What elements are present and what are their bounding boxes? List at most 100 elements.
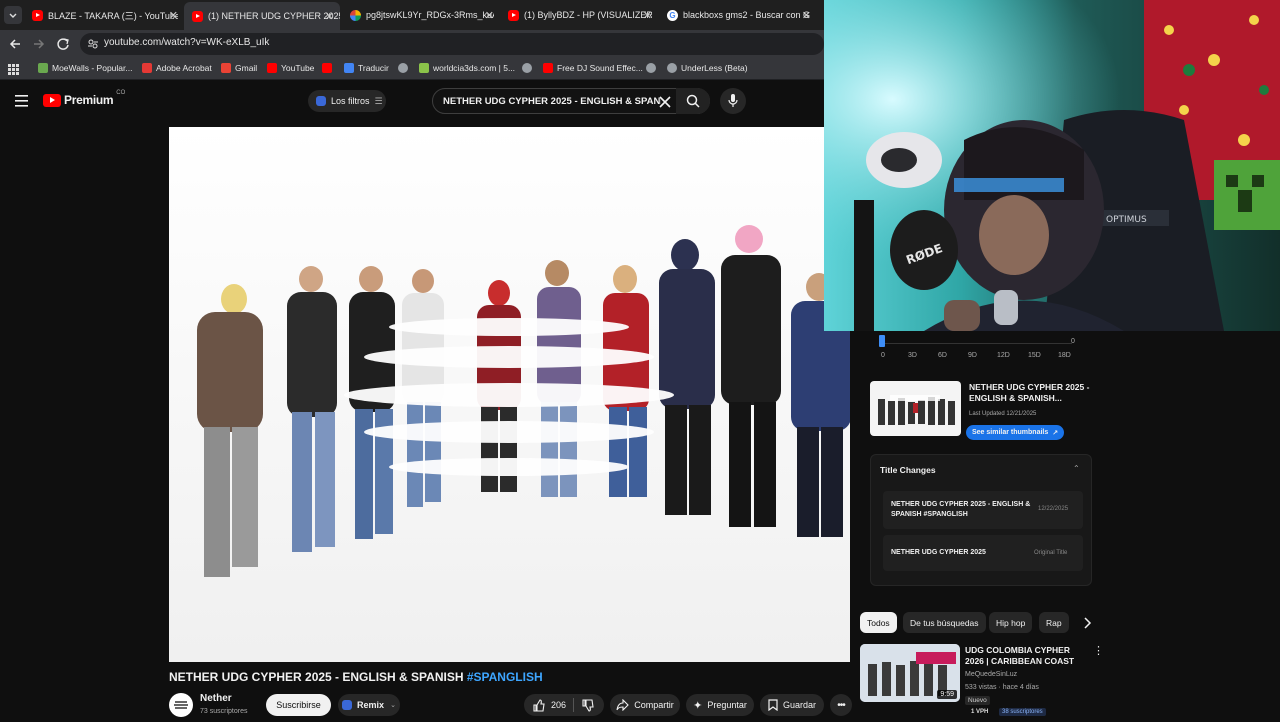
chip-hip-hop[interactable]: Hip hop	[989, 612, 1033, 633]
voice-search-button[interactable]	[720, 88, 746, 114]
remix-button[interactable]: Remix ⌄	[338, 694, 400, 716]
bookmark-item[interactable]	[322, 63, 336, 73]
share-button[interactable]: Compartir	[610, 694, 680, 716]
thumbnail-graphic	[878, 395, 955, 425]
collapse-chevron-icon[interactable]: ⌃	[1073, 464, 1080, 473]
google-favicon-icon: G	[667, 9, 678, 21]
views-graph: 0 0 3D 6D 9D 12D 15D 18D	[870, 332, 1080, 362]
recommended-video[interactable]: 9:59 UDG COLOMBIA CYPHER 2026 | CARIBBEA…	[860, 644, 1104, 720]
chip-todos[interactable]: Todos	[860, 612, 897, 633]
bookmark-item[interactable]: MoeWalls - Popular...	[38, 63, 132, 73]
thumbs-down-icon[interactable]	[581, 698, 594, 712]
graph-tick: 3D	[908, 352, 917, 359]
bookmark-item[interactable]	[398, 63, 412, 73]
browser-tab[interactable]: pg8jtswKL9Yr_RDGx-3Rms_kuA ✕	[350, 4, 494, 26]
see-similar-thumbnails-button[interactable]: See similar thumbnails ↗	[966, 425, 1065, 440]
channel-name[interactable]: Nether	[200, 693, 232, 704]
bookmark-item[interactable]: worldcia3ds.com | 5...	[419, 63, 515, 73]
channel-subscribers: 73 suscriptores	[200, 708, 248, 715]
vph-badge: 1 VPH	[971, 709, 989, 715]
search-query: NETHER UDG CYPHER 2025 - ENGLISH & SPANI…	[443, 96, 661, 107]
clear-search-icon[interactable]	[659, 96, 671, 108]
like-button[interactable]: 206	[532, 698, 566, 712]
url-text: youtube.com/watch?v=WK-eXLB_uIk	[104, 37, 270, 48]
bookmark-item[interactable]: Free DJ Sound Effec...	[543, 63, 643, 73]
more-horizontal-icon: •••	[837, 699, 845, 711]
tab-title: pg8jtswKL9Yr_RDGx-3Rms_kuA	[366, 10, 494, 20]
thumbnail-image[interactable]	[870, 381, 961, 436]
tab-title: (1) NETHER UDG CYPHER 2025	[208, 11, 340, 21]
close-tab-icon[interactable]: ✕	[485, 9, 494, 22]
chip-rap[interactable]: Rap	[1039, 612, 1069, 633]
youtube-favicon-icon	[192, 10, 203, 22]
browser-tab[interactable]: BLAZE - TAKARA (三) - YouTube ✕	[32, 4, 178, 26]
bookmark-item[interactable]: Gmail	[221, 63, 257, 73]
title-change-item: NETHER UDG CYPHER 2025 Original Title	[883, 535, 1083, 571]
webcam-overlay: OPTIMUS RØDE	[824, 0, 1280, 331]
close-tab-icon[interactable]: ✕	[325, 10, 334, 23]
more-vertical-icon[interactable]: ⋮	[1093, 644, 1104, 657]
tab-title: BLAZE - TAKARA (三) - YouTube	[48, 10, 178, 21]
filters-chip[interactable]: Los filtros ☰	[308, 90, 386, 112]
country-code: CO	[116, 90, 126, 96]
reload-icon[interactable]	[56, 37, 70, 51]
search-button[interactable]	[676, 88, 710, 114]
bookmark-icon	[419, 63, 429, 73]
close-tab-icon[interactable]: ✕	[802, 9, 811, 22]
forward-arrow-icon[interactable]	[32, 37, 46, 51]
hashtag-link[interactable]: #SPANGLISH	[467, 670, 543, 684]
bookmark-item[interactable]	[522, 63, 536, 73]
bookmark-item[interactable]: Traducir	[344, 63, 389, 73]
browser-tab[interactable]: G blackboxs gms2 - Buscar con G ✕	[667, 4, 811, 26]
remix-logo-icon	[342, 700, 353, 710]
graph-tick: 0	[881, 352, 885, 359]
browser-tab[interactable]: (1) ByllyBDZ - HP (VISUALIZER) ✕	[508, 4, 652, 26]
recommended-channel[interactable]: MeQuedeSinLuz	[965, 671, 1017, 678]
title-changes-panel: Title Changes ⌃ NETHER UDG CYPHER 2025 -…	[870, 454, 1092, 586]
bookmark-item[interactable]: Adobe Acrobat	[142, 63, 212, 73]
new-badge: Nuevo	[965, 696, 990, 705]
youtube-favicon-icon	[508, 9, 519, 21]
pinwheel-favicon-icon	[350, 9, 361, 21]
browser-tab-active[interactable]: (1) NETHER UDG CYPHER 2025 ✕	[184, 2, 340, 30]
bookmark-item[interactable]: YouTube	[267, 63, 314, 73]
thumbnail-card-title: NETHER UDG CYPHER 2025 - ENGLISH & SPANI…	[969, 382, 1090, 403]
search-icon	[686, 94, 700, 108]
close-tab-icon[interactable]: ✕	[169, 9, 178, 22]
apps-grid-icon[interactable]	[8, 64, 19, 75]
youtube-logo-icon	[43, 93, 61, 107]
webcam-feed-image: OPTIMUS RØDE	[824, 0, 1280, 331]
chip-de-tus-busquedas[interactable]: De tus búsquedas	[903, 612, 986, 633]
ask-button[interactable]: ✦ Preguntar	[686, 694, 754, 716]
bookmark-icon	[38, 63, 48, 73]
like-dislike-group: 206	[524, 694, 604, 716]
youtube-header: Premium CO Los filtros ☰ NETHER UDG CYPH…	[0, 80, 824, 124]
save-button[interactable]: Guardar	[760, 694, 824, 716]
site-info-icon[interactable]	[87, 38, 99, 50]
channel-avatar[interactable]	[169, 693, 193, 717]
more-actions-button[interactable]: •••	[830, 694, 852, 716]
search-input[interactable]: NETHER UDG CYPHER 2025 - ENGLISH & SPANI…	[432, 88, 710, 114]
hamburger-menu-icon[interactable]	[15, 95, 29, 107]
chevron-down-icon: ⌄	[390, 702, 396, 709]
close-tab-icon[interactable]: ✕	[643, 9, 652, 22]
youtube-premium-logo[interactable]: Premium CO	[43, 90, 126, 107]
globe-icon	[646, 63, 656, 73]
recommended-thumbnail[interactable]: 9:59	[860, 644, 960, 702]
video-title: NETHER UDG CYPHER 2025 - ENGLISH & SPANI…	[169, 670, 543, 684]
youtube-icon	[322, 63, 332, 73]
globe-icon	[522, 63, 532, 73]
tab-search-dropdown-button[interactable]	[4, 6, 22, 24]
video-player[interactable]	[169, 127, 850, 662]
filters-label: Los filtros	[331, 96, 370, 106]
chips-next-arrow-icon[interactable]	[1082, 617, 1092, 629]
youtube-icon	[543, 63, 553, 73]
bookmark-item[interactable]	[646, 63, 660, 73]
url-field[interactable]: youtube.com/watch?v=WK-eXLB_uIk	[80, 33, 824, 55]
bookmark-item[interactable]: UnderLess (Beta)	[667, 63, 748, 73]
tab-title: blackboxs gms2 - Buscar con G	[683, 10, 811, 20]
sparkle-icon: ✦	[693, 699, 703, 712]
subscribe-button[interactable]: Suscribirse	[266, 694, 331, 716]
logo-text: Premium	[64, 93, 114, 107]
back-arrow-icon[interactable]	[8, 37, 22, 51]
